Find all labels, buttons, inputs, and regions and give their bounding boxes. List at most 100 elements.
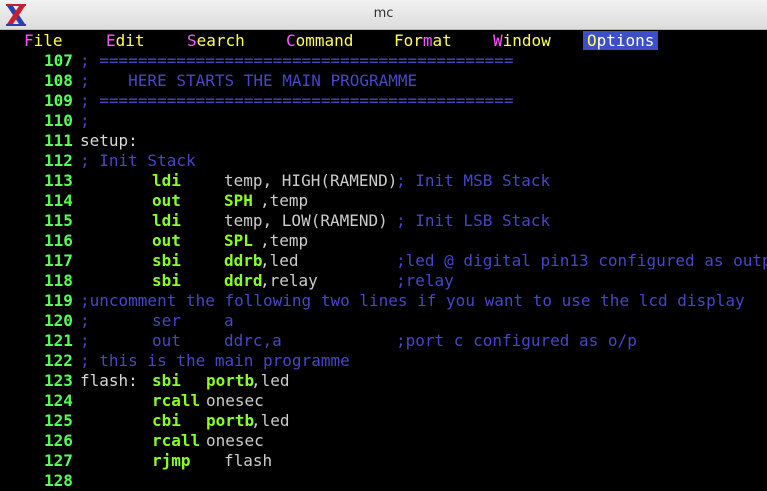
- code-line[interactable]: 111 setup:: [0, 131, 767, 151]
- code-keyword: SPH: [224, 191, 253, 210]
- code-comment: ; this is the main programme: [80, 351, 350, 370]
- code-comment: ; HERE STARTS THE MAIN PROGRAMME: [80, 71, 418, 90]
- code-comment: ; Init LSB Stack: [396, 211, 551, 230]
- line-number: 121: [44, 331, 73, 350]
- code-keyword: portb: [206, 371, 255, 390]
- menu-label: dit: [115, 31, 145, 50]
- code-line[interactable]: 112 ; Init Stack: [0, 151, 767, 171]
- code-comment: a: [224, 311, 234, 330]
- code-text: temp, LOW(RAMEND): [224, 211, 388, 230]
- code-keyword: portb: [206, 411, 255, 430]
- code-keyword: sbi: [152, 271, 181, 290]
- line-number: 123: [44, 371, 73, 390]
- code-line[interactable]: 116 out SPL ,temp: [0, 231, 767, 251]
- code-keyword: rjmp: [152, 451, 191, 470]
- code-text: ,led: [251, 371, 290, 390]
- code-line[interactable]: 117 sbi ddrb ,led ;led @ digital pin13 confi…: [0, 251, 767, 271]
- line-number: 116: [44, 231, 73, 250]
- code-comment: ; Init MSB Stack: [396, 171, 551, 190]
- menu-label: indow: [502, 31, 551, 50]
- menu-hotkey: C: [286, 31, 296, 50]
- menu-window[interactable]: Window: [493, 31, 551, 50]
- line-number: 117: [44, 251, 73, 270]
- line-number: 110: [44, 111, 73, 130]
- code-text: setup:: [80, 131, 138, 150]
- code-keyword: ldi: [152, 171, 181, 190]
- code-line[interactable]: 115 ldi temp, LOW(RAMEND) ; Init LSB Stack: [0, 211, 767, 231]
- menu-hotkey: W: [493, 31, 503, 50]
- window-title: mc: [373, 6, 394, 21]
- code-line[interactable]: 127 rjmp flash: [0, 451, 767, 471]
- line-number: 128: [44, 471, 73, 490]
- code-line[interactable]: 126 rcall onesec: [0, 431, 767, 451]
- menu-file[interactable]: File: [24, 31, 63, 50]
- line-number: 120: [44, 311, 73, 330]
- code-keyword: rcall: [152, 391, 201, 410]
- code-line[interactable]: 125 cbi portb ,led: [0, 411, 767, 431]
- code-text: onesec: [206, 431, 264, 450]
- menu-label: earch: [196, 31, 245, 50]
- line-number: 108: [44, 71, 73, 90]
- code-line[interactable]: 113 ldi temp, HIGH(RAMEND); Init MSB Stack: [0, 171, 767, 191]
- window-titlebar: mc: [0, 0, 767, 30]
- line-number: 109: [44, 91, 73, 110]
- code-line[interactable]: 119 ;uncomment the following two lines if…: [0, 291, 767, 311]
- code-line[interactable]: 123 flash: sbi portb ,led: [0, 371, 767, 391]
- code-text: ,led: [251, 411, 290, 430]
- code-keyword: ddrd: [224, 271, 263, 290]
- menubar: File Edit Search Command Format Window Options: [4, 30, 767, 50]
- code-line[interactable]: 114 out SPH ,temp: [0, 191, 767, 211]
- menu-search[interactable]: Search: [187, 31, 245, 50]
- code-comment: ;led @ digital pin13 configured as outpu…: [396, 251, 767, 270]
- code-line[interactable]: 120; ser a: [0, 311, 767, 331]
- line-number: 126: [44, 431, 73, 450]
- menu-command[interactable]: Command: [286, 31, 353, 50]
- code-comment: ; ======================================…: [80, 91, 514, 110]
- menu-label: at: [432, 31, 452, 50]
- code-text: ,relay: [260, 271, 318, 290]
- menu-hotkey: m: [422, 31, 433, 50]
- code-text: flash: [224, 451, 273, 470]
- code-keyword: SPL: [224, 231, 253, 250]
- code-line[interactable]: 122 ; this is the main programme: [0, 351, 767, 371]
- line-number: 125: [44, 411, 73, 430]
- code-line[interactable]: 107 ; ===================================…: [0, 51, 767, 71]
- line-number: 114: [44, 191, 73, 210]
- code-text: temp, HIGH(RAMEND): [224, 171, 398, 190]
- code-comment: ;: [80, 331, 90, 350]
- menu-format[interactable]: Format: [394, 31, 452, 50]
- code-line[interactable]: 109 ; ===================================…: [0, 91, 767, 111]
- menu-label: ptions: [596, 31, 655, 50]
- line-number: 111: [44, 131, 73, 150]
- code-comment: ddrc,a: [224, 331, 282, 350]
- code-line[interactable]: 118 sbi ddrd ,relay ;relay: [0, 271, 767, 291]
- code-line[interactable]: 121; out ddrc,a ;port c configured as o/p: [0, 331, 767, 351]
- menu-label: ile: [33, 31, 63, 50]
- code-comment: ser: [152, 311, 181, 330]
- code-text: ,temp: [260, 191, 309, 210]
- line-number: 113: [44, 171, 73, 190]
- code-line[interactable]: 124 rcall onesec: [0, 391, 767, 411]
- code-line[interactable]: 128: [0, 471, 767, 491]
- code-comment: ;port c configured as o/p: [396, 331, 637, 350]
- code-line[interactable]: 110;: [0, 111, 767, 131]
- line-number: 115: [44, 211, 73, 230]
- code-comment: ;relay: [396, 271, 454, 290]
- code-keyword: sbi: [152, 251, 181, 270]
- line-number: 122: [44, 351, 73, 370]
- menu-edit[interactable]: Edit: [106, 31, 145, 50]
- code-comment: ;uncomment the following two lines if yo…: [80, 291, 745, 310]
- code-text: onesec: [206, 391, 264, 410]
- menu-options[interactable]: Options: [583, 31, 659, 50]
- code-keyword: ddrb: [224, 251, 263, 270]
- code-keyword: out: [152, 191, 181, 210]
- code-comment: ;: [80, 311, 90, 330]
- code-keyword: rcall: [152, 431, 201, 450]
- code-line[interactable]: 108 ; HERE STARTS THE MAIN PROGRAMME: [0, 71, 767, 91]
- code-text: flash:: [80, 371, 138, 390]
- code-keyword: ldi: [152, 211, 181, 230]
- line-number: 112: [44, 151, 73, 170]
- code-text: ,temp: [260, 231, 309, 250]
- code-comment: ;: [80, 111, 90, 130]
- menu-hotkey: S: [187, 31, 197, 50]
